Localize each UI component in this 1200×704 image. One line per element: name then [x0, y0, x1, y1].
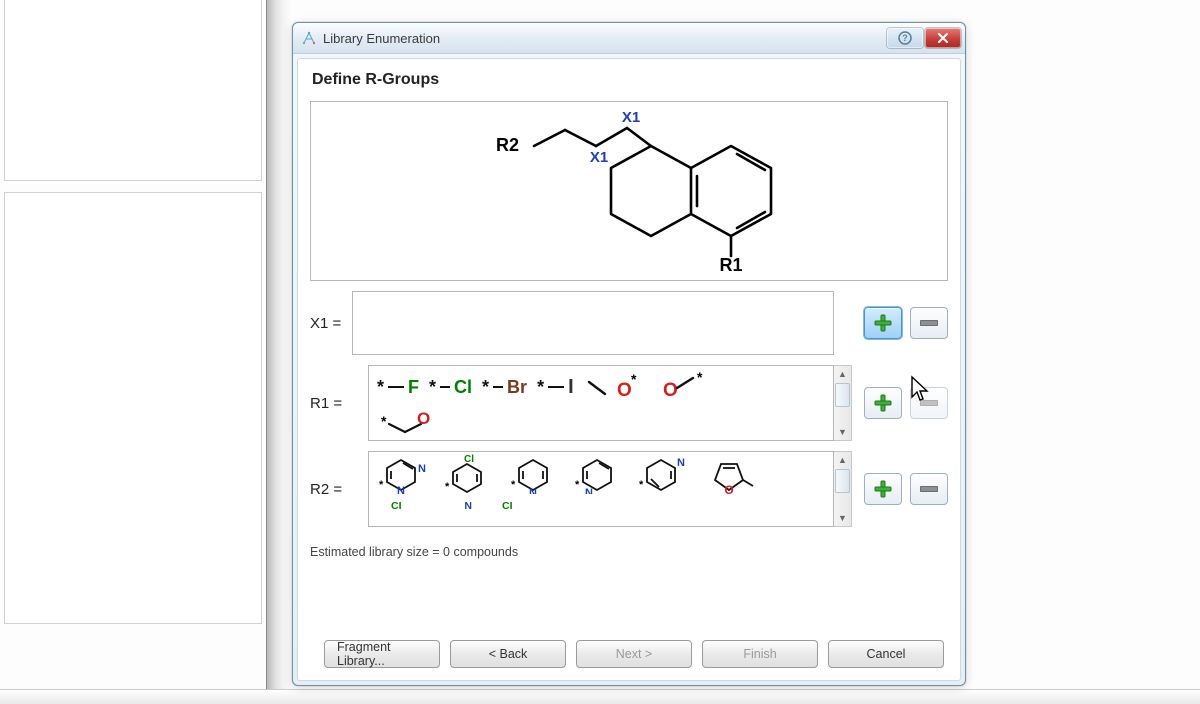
cancel-button[interactable]: Cancel [828, 640, 944, 668]
scaffold-structure-box[interactable]: R1 R2 X1 X1 [310, 101, 948, 281]
svg-text:N: N [585, 487, 593, 494]
overflow-label: CI [502, 500, 513, 512]
svg-text:R2: R2 [496, 135, 519, 155]
scroll-thumb[interactable] [835, 383, 850, 407]
add-r2-fragment-button[interactable] [864, 473, 902, 505]
remove-r2-fragment-button[interactable] [910, 473, 948, 505]
svg-text:O: O [417, 412, 430, 428]
r2-fragment-strip: N N * Cl * N * [373, 454, 829, 524]
background-panel [4, 192, 262, 624]
svg-text:X1: X1 [590, 149, 608, 166]
r2-label: R2 = [310, 481, 368, 498]
svg-text:X1: X1 [622, 109, 640, 126]
minus-icon [920, 486, 938, 492]
fragment-Br[interactable]: *Br [482, 377, 527, 398]
fragment-heteroaryl[interactable]: N N * [377, 454, 427, 494]
svg-text:*: * [631, 372, 637, 387]
svg-text:*: * [639, 479, 644, 491]
scroll-down-icon[interactable]: ▼ [834, 424, 851, 440]
svg-text:Cl: Cl [464, 454, 474, 465]
svg-text:O: O [724, 483, 733, 494]
svg-text:*: * [379, 479, 384, 491]
minus-icon [920, 400, 938, 406]
fragment-F[interactable]: *F [377, 377, 419, 398]
fragment-heteroaryl[interactable]: N * [637, 454, 687, 494]
r1-fragments-box[interactable]: *F *Cl *Br *I O* O* *O [368, 365, 834, 441]
r1-label: R1 = [310, 395, 368, 412]
svg-text:N: N [529, 487, 537, 494]
minus-icon [920, 320, 938, 326]
fragment-epoxide[interactable]: *O [377, 412, 829, 438]
remove-r1-fragment-button[interactable] [910, 387, 948, 419]
plus-icon [874, 314, 892, 332]
svg-text:O: O [663, 380, 678, 401]
background-panel [4, 0, 262, 181]
estimated-library-size: Estimated library size = 0 compounds [310, 545, 948, 559]
r2-fragments-box[interactable]: N N * Cl * N * [368, 451, 834, 527]
help-button[interactable]: ? [887, 28, 923, 48]
titlebar[interactable]: Library Enumeration ? [293, 23, 965, 54]
plus-icon [874, 394, 892, 412]
scaffold-structure: R1 R2 X1 X1 [379, 106, 879, 276]
fragment-Cl[interactable]: *Cl [429, 377, 472, 398]
rgroup-row-r2: R2 = N N * Cl * [310, 451, 948, 527]
r1-scrollbar[interactable]: ▲ ▼ [834, 365, 852, 441]
svg-text:*: * [575, 479, 580, 491]
svg-text:N: N [397, 485, 405, 494]
rgroup-row-x1: X1 = [310, 291, 948, 355]
add-r1-fragment-button[interactable] [864, 387, 902, 419]
svg-text:O: O [617, 380, 632, 401]
close-icon [937, 32, 949, 44]
svg-text:N: N [677, 457, 685, 469]
fragment-oxy[interactable]: O* [653, 372, 705, 402]
overflow-label: N [464, 500, 472, 512]
svg-text:R1: R1 [719, 255, 742, 275]
page-title: Define R-Groups [312, 71, 948, 89]
splitter-bar[interactable] [266, 0, 293, 704]
fragment-furan[interactable]: O [701, 454, 755, 494]
fragment-methoxy[interactable]: O* [585, 372, 643, 402]
back-button[interactable]: < Back [450, 640, 566, 668]
plus-icon [874, 480, 892, 498]
fragment-library-button[interactable]: Fragment Library... [324, 640, 440, 668]
close-button[interactable] [925, 28, 961, 48]
fragment-heteroaryl[interactable]: Cl * [441, 454, 495, 494]
fragment-I[interactable]: *I [537, 376, 575, 399]
help-icon: ? [898, 31, 912, 45]
dialog-client-area: Define R-Groups [297, 58, 961, 681]
fragment-heteroaryl[interactable]: N * [509, 454, 559, 494]
r1-fragment-strip: *F *Cl *Br *I O* O* *O [373, 368, 829, 438]
add-x1-fragment-button[interactable] [864, 307, 902, 339]
rgroup-row-r1: R1 = *F *Cl *Br *I O* O* *O [310, 365, 948, 441]
svg-text:*: * [697, 372, 703, 385]
svg-text:*: * [445, 481, 450, 493]
fragment-heteroaryl[interactable]: N * [573, 454, 623, 494]
background-bottom-bar [0, 689, 1200, 704]
scroll-thumb[interactable] [835, 469, 850, 493]
svg-text:*: * [511, 479, 516, 491]
svg-text:?: ? [902, 33, 908, 43]
x1-fragments-box[interactable] [352, 291, 834, 355]
svg-text:N: N [418, 463, 426, 475]
window-title: Library Enumeration [323, 31, 440, 46]
wizard-footer: Fragment Library... < Back Next > Finish… [310, 626, 948, 670]
svg-text:*: * [381, 413, 387, 429]
app-icon [301, 30, 317, 46]
x1-label: X1 = [310, 315, 352, 332]
next-button: Next > [576, 640, 692, 668]
scroll-up-icon[interactable]: ▲ [834, 366, 851, 382]
scroll-up-icon[interactable]: ▲ [834, 452, 851, 468]
remove-x1-fragment-button[interactable] [910, 307, 948, 339]
overflow-label: CI [391, 500, 402, 512]
scroll-down-icon[interactable]: ▼ [834, 510, 851, 526]
r2-scrollbar[interactable]: ▲ ▼ [834, 451, 852, 527]
library-enumeration-dialog: Library Enumeration ? Define R-Groups [292, 22, 966, 686]
finish-button: Finish [702, 640, 818, 668]
